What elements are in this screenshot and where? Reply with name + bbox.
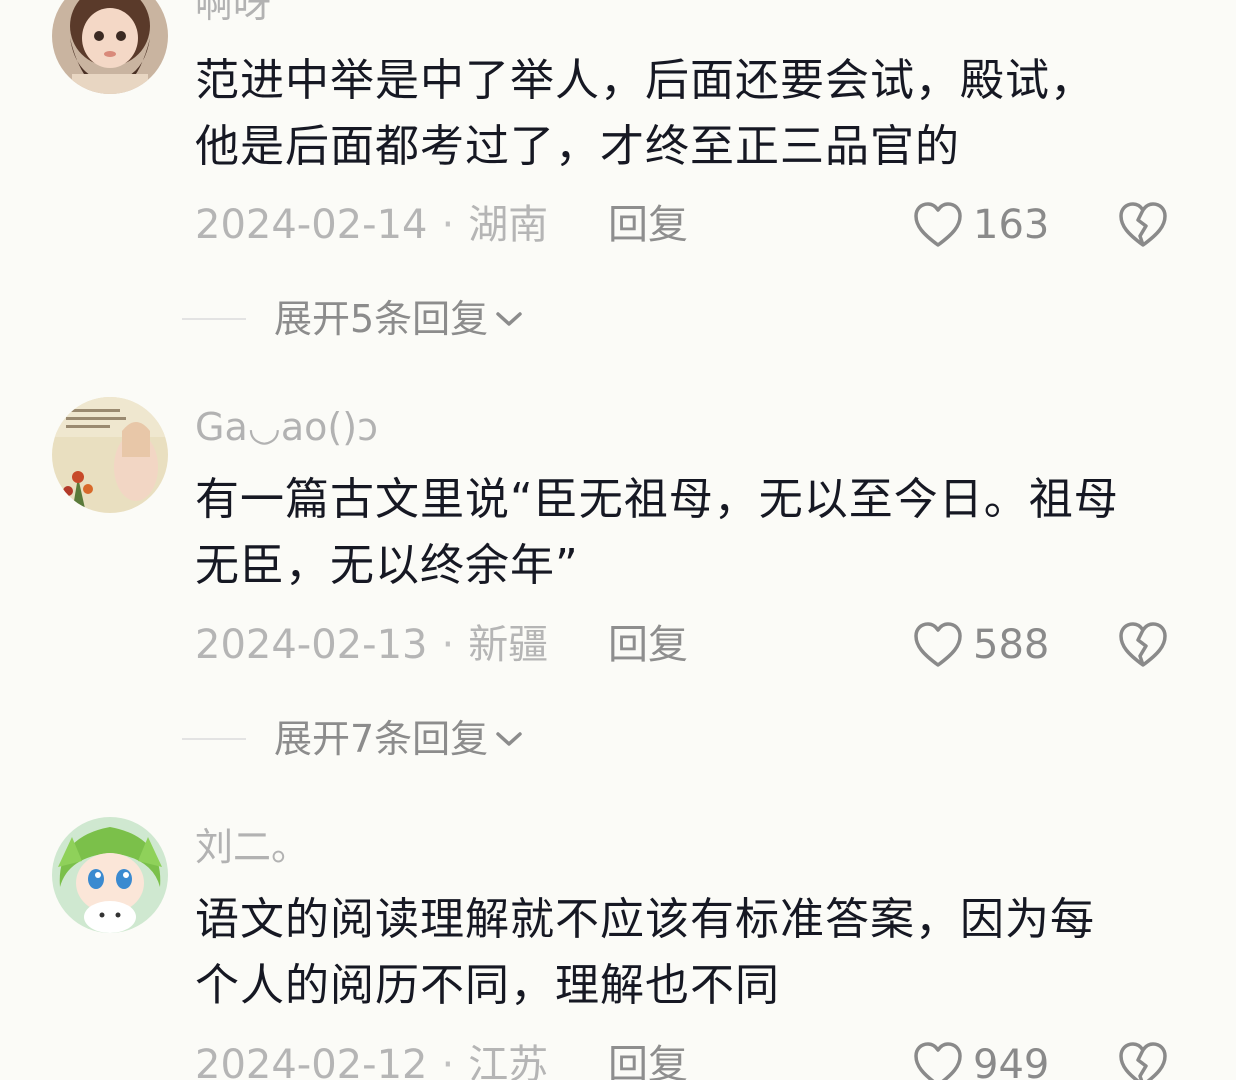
chevron-down-icon <box>494 729 524 749</box>
comment-date: 2024-02-13 <box>195 622 428 668</box>
broken-heart-icon <box>1119 622 1167 667</box>
comment-text-line: 有一篇古文里说“臣无祖母，无以至今日。祖母 <box>195 474 1119 525</box>
username[interactable]: 刘二。 <box>195 825 309 869</box>
like-count: 163 <box>973 202 1050 248</box>
dislike-button[interactable] <box>1118 200 1168 250</box>
comment-date-region: 2024-02-13 · 新疆 <box>195 620 548 670</box>
expand-replies-label: 展开5条回复 <box>274 297 489 341</box>
expand-replies-button[interactable]: 展开5条回复 <box>182 294 524 344</box>
broken-heart-icon <box>1119 202 1167 247</box>
like-count: 949 <box>973 1042 1050 1080</box>
comment-text: 范进中举是中了举人，后面还要会试，殿试， 他是后面都考过了，才终至正三品官的 <box>195 48 1195 180</box>
divider <box>182 738 246 740</box>
comment-text-line: 他是后面都考过了，才终至正三品官的 <box>195 121 960 172</box>
like-count: 588 <box>973 622 1050 668</box>
comment-list: 啊呀 范进中举是中了举人，后面还要会试，殿试， 他是后面都考过了，才终至正三品官… <box>0 0 1236 1080</box>
comment-date-region: 2024-02-12 · 江苏 <box>195 1040 548 1080</box>
broken-heart-icon <box>1119 1042 1167 1080</box>
avatar-image <box>52 0 168 94</box>
comment-region: 湖南 <box>468 202 549 248</box>
expand-replies-button[interactable]: 展开7条回复 <box>182 714 524 764</box>
chevron-down-icon <box>494 309 524 329</box>
comment-text: 有一篇古文里说“臣无祖母，无以至今日。祖母 无臣，无以终余年” <box>195 467 1195 599</box>
comment-text-line: 语文的阅读理解就不应该有标准答案，因为每 <box>195 894 1095 945</box>
separator-dot: · <box>441 622 455 668</box>
avatar[interactable] <box>52 817 168 933</box>
dislike-button[interactable] <box>1118 620 1168 670</box>
like-button[interactable]: 163 <box>913 200 1049 250</box>
comment-text-line: 范进中举是中了举人，后面还要会试，殿试， <box>195 55 1095 106</box>
avatar[interactable] <box>52 0 168 94</box>
heart-outline-icon <box>914 622 962 667</box>
comment-text-line: 个人的阅历不同，理解也不同 <box>195 960 780 1011</box>
separator-dot: · <box>441 202 455 248</box>
separator-dot: · <box>441 1042 455 1080</box>
divider <box>182 318 246 320</box>
dislike-button[interactable] <box>1118 1040 1168 1080</box>
comment-region: 江苏 <box>468 1042 549 1080</box>
expand-replies-label: 展开7条回复 <box>274 717 489 761</box>
username[interactable]: 啊呀 <box>195 0 271 26</box>
avatar[interactable] <box>52 397 168 513</box>
comment-meta: 2024-02-14 · 湖南 回复 163 <box>195 200 1195 250</box>
comment-text: 语文的阅读理解就不应该有标准答案，因为每 个人的阅历不同，理解也不同 <box>195 887 1195 1019</box>
comment-region: 新疆 <box>468 622 549 668</box>
comment-date: 2024-02-14 <box>195 202 428 248</box>
avatar-image <box>52 817 168 933</box>
reply-button[interactable]: 回复 <box>608 200 688 250</box>
heart-outline-icon <box>914 202 962 247</box>
comment-text-line: 无臣，无以终余年” <box>195 540 579 591</box>
comment-date: 2024-02-12 <box>195 1042 428 1080</box>
like-button[interactable]: 949 <box>913 1040 1049 1080</box>
username[interactable]: Ga◡ao()ɔ <box>195 405 378 449</box>
avatar-image <box>52 397 168 513</box>
like-button[interactable]: 588 <box>913 620 1049 670</box>
heart-outline-icon <box>914 1042 962 1080</box>
reply-button[interactable]: 回复 <box>608 620 688 670</box>
comment-date-region: 2024-02-14 · 湖南 <box>195 200 548 250</box>
comment-meta: 2024-02-12 · 江苏 回复 949 <box>195 1040 1195 1080</box>
comment-meta: 2024-02-13 · 新疆 回复 588 <box>195 620 1195 670</box>
reply-button[interactable]: 回复 <box>608 1040 688 1080</box>
